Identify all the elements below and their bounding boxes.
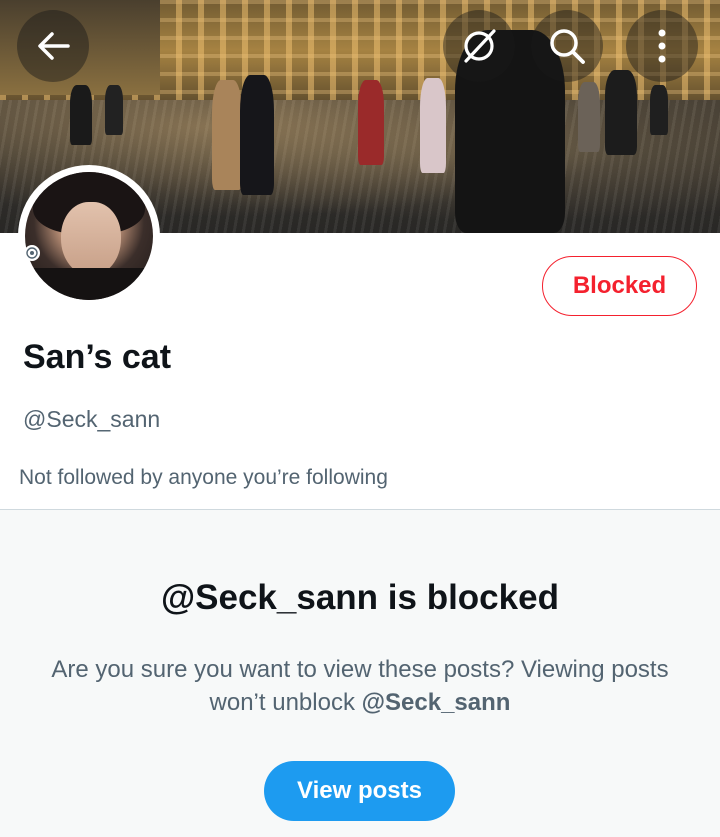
blocked-notice-description-text: Are you sure you want to view these post…: [51, 656, 669, 716]
grok-button[interactable]: [443, 10, 515, 82]
avatar-image: [25, 172, 153, 300]
followers-you-know-note: Not followed by anyone you’re following: [19, 466, 388, 489]
profile-avatar[interactable]: [18, 165, 160, 307]
banner-person: [650, 85, 668, 135]
banner-person: [420, 78, 446, 173]
banner-person: [240, 75, 274, 195]
display-name: San’s cat: [23, 338, 172, 376]
banner-person: [605, 70, 637, 155]
banner-person: [578, 82, 600, 152]
blocked-notice-description: Are you sure you want to view these post…: [40, 653, 680, 719]
slashed-circle-icon: [460, 27, 498, 65]
search-icon: [548, 27, 586, 65]
blocked-notice-handle: @Seck_sann: [361, 689, 511, 716]
back-button[interactable]: [17, 10, 89, 82]
user-handle: @Seck_sann: [23, 406, 161, 432]
avatar-shirt: [25, 268, 153, 300]
arrow-left-icon: [36, 31, 70, 61]
more-vertical-icon: [657, 28, 667, 64]
banner-person: [358, 80, 384, 165]
banner-person: [70, 85, 92, 145]
blocked-button[interactable]: Blocked: [542, 256, 697, 316]
avatar-face: [61, 202, 121, 276]
shield-icon: [24, 245, 40, 261]
blocked-notice-title: @Seck_sann is blocked: [161, 578, 559, 617]
view-posts-button[interactable]: View posts: [264, 761, 455, 821]
banner-person: [105, 85, 123, 135]
banner-person: [212, 80, 242, 190]
search-button[interactable]: [531, 10, 603, 82]
more-options-button[interactable]: [626, 10, 698, 82]
